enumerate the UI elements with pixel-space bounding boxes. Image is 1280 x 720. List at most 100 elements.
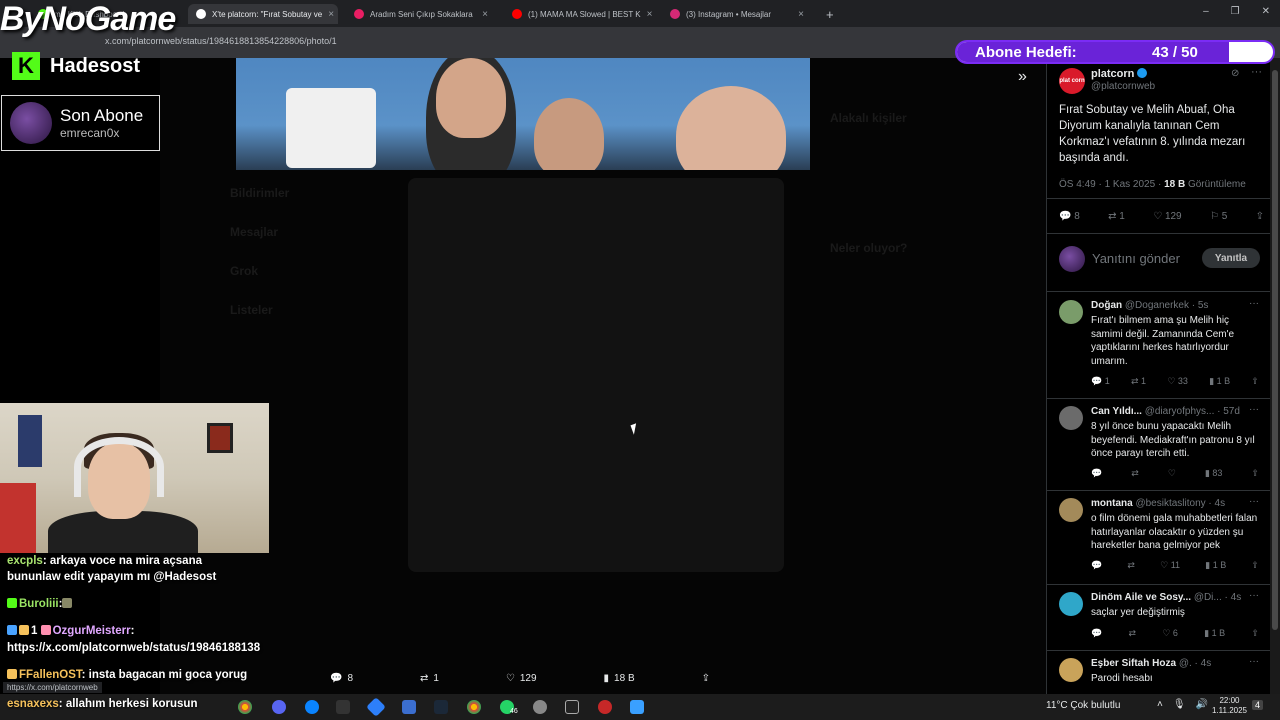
views-icon[interactable]: ▮ 1 B xyxy=(1205,560,1226,571)
share-icon[interactable]: ⇪ xyxy=(1251,468,1259,479)
chrome-icon[interactable] xyxy=(238,700,252,714)
repost-icon[interactable]: ⇄ xyxy=(1127,560,1135,571)
chart-icon: ▮ xyxy=(603,672,610,684)
app-icon[interactable] xyxy=(630,700,644,714)
tab-aradim-seni[interactable]: Aradım Seni Çıkıp Sokaklara × xyxy=(346,4,496,24)
repost-stat[interactable]: ⇄ 1 xyxy=(1108,211,1125,222)
discord-icon[interactable] xyxy=(272,700,286,714)
scrollbar-thumb[interactable] xyxy=(1272,70,1278,630)
chevron-up-icon[interactable]: ˄ xyxy=(1157,699,1163,710)
microphone-icon[interactable]: 🎙 xyxy=(1173,699,1186,710)
weather-widget[interactable]: 11°C Çok bulutlu xyxy=(1046,700,1120,711)
reply-author[interactable]: montana xyxy=(1091,498,1133,509)
volume-icon[interactable]: 🔊 xyxy=(1196,699,1208,710)
clock[interactable]: 22:00 1.11.2025 xyxy=(1212,696,1247,716)
obs-icon[interactable] xyxy=(598,700,612,714)
share-icon[interactable]: ⇪ xyxy=(1251,560,1259,571)
tab-instagram[interactable]: (3) Instagram • Mesajlar × xyxy=(662,4,812,24)
heart-icon[interactable]: ♡ 11 xyxy=(1160,560,1180,571)
reply-avatar[interactable] xyxy=(1059,658,1083,682)
app-icon[interactable] xyxy=(533,700,547,714)
reply-item[interactable]: Can Yıldı... @diaryofphys... · 57d ··· 8… xyxy=(1047,400,1270,490)
reply-icon[interactable]: 💬 1 xyxy=(1091,376,1110,387)
more-icon[interactable]: ··· xyxy=(1251,66,1262,78)
reply-author[interactable]: Eşber Siftah Hoza xyxy=(1091,658,1176,669)
app-icon[interactable] xyxy=(336,700,350,714)
reply-item[interactable]: Dinöm Aile ve Sosy... @Di... · 4s ··· sa… xyxy=(1047,586,1270,650)
views-action[interactable]: ▮ 18 B xyxy=(604,673,635,684)
repost-icon[interactable]: ⇄ 1 xyxy=(1131,376,1146,387)
new-tab-button[interactable]: + xyxy=(818,4,840,24)
reply-item[interactable]: montana @besiktaslitony · 4s ··· o film … xyxy=(1047,492,1270,582)
tweet-photo[interactable] xyxy=(236,58,810,170)
author-avatar[interactable]: plat corn xyxy=(1059,68,1085,94)
views-icon[interactable]: ▮ 1 B xyxy=(1204,628,1225,639)
tab-youtube-mama[interactable]: (1) MAMA MA Slowed | BEST K × xyxy=(504,4,654,24)
reply-action[interactable]: 💬 8 xyxy=(330,673,353,684)
headset xyxy=(74,437,164,497)
kick-channel-name: Hadesost xyxy=(50,54,141,77)
system-tray: ˄ 🎙 🔊 xyxy=(1157,699,1208,710)
heart-icon[interactable]: ♡ 6 xyxy=(1162,628,1178,639)
notification-count[interactable]: 4 xyxy=(1252,700,1264,710)
author-handle[interactable]: @platcornweb xyxy=(1091,81,1155,92)
more-icon[interactable]: ··· xyxy=(1249,656,1259,667)
grok-icon[interactable]: ⊘ xyxy=(1231,68,1239,79)
divider xyxy=(1047,198,1270,199)
reply-author[interactable]: Can Yıldı... xyxy=(1091,406,1142,417)
reply-text: saçlar yer değiştirmiş xyxy=(1091,607,1185,618)
share-icon[interactable]: ⇪ xyxy=(1251,376,1259,387)
repost-icon[interactable]: ⇄ xyxy=(1131,468,1139,479)
reply-icon[interactable]: 💬 xyxy=(1091,468,1102,479)
reply-actions: 💬 ⇄ ♡ 11 ▮ 1 B ⇪ xyxy=(1091,560,1259,571)
reply-icon[interactable]: 💬 xyxy=(1091,560,1102,571)
more-icon[interactable]: ··· xyxy=(1249,404,1259,415)
share-action[interactable]: ⇪ xyxy=(702,673,710,684)
share-icon[interactable]: ⇪ xyxy=(1251,628,1259,639)
reply-icon[interactable]: 💬 xyxy=(1091,628,1102,639)
heart-icon[interactable]: ♡ xyxy=(1168,468,1176,479)
more-icon[interactable]: ··· xyxy=(1249,590,1259,601)
reply-item[interactable]: Doğan @Doganerkek · 5s ··· Fırat'ı bilme… xyxy=(1047,294,1270,394)
reply-submit-button[interactable]: Yanıtla xyxy=(1202,248,1260,268)
like-action[interactable]: ♡ 129 xyxy=(506,673,537,684)
reply-item[interactable]: Eşber Siftah Hoza @. · 4s ··· Parodi hes… xyxy=(1047,652,1270,694)
close-window-button[interactable]: ✕ xyxy=(1262,6,1270,17)
reply-author[interactable]: Dinöm Aile ve Sosy... xyxy=(1091,592,1191,603)
close-tab-icon[interactable]: × xyxy=(328,9,334,20)
reply-avatar[interactable] xyxy=(1059,592,1083,616)
reply-avatar[interactable] xyxy=(1059,498,1083,522)
repost-action[interactable]: ⇄ 1 xyxy=(420,673,439,684)
app-icon[interactable] xyxy=(565,700,579,714)
reply-avatar[interactable] xyxy=(1059,406,1083,430)
reply-stat[interactable]: 💬 8 xyxy=(1059,211,1080,222)
reply-text: Parodi hesabı xyxy=(1091,673,1153,684)
tab-x-platcorn[interactable]: X'te platcorn: "Fırat Sobutay ve × xyxy=(188,4,338,24)
reply-input[interactable]: Yanıtını gönder xyxy=(1092,251,1180,266)
author-name[interactable]: platcorn xyxy=(1091,68,1148,80)
like-stat[interactable]: ♡ 129 xyxy=(1153,211,1181,222)
app-icon[interactable] xyxy=(402,700,416,714)
heart-icon[interactable]: ♡ 33 xyxy=(1167,376,1188,387)
views-icon[interactable]: ▮ 1 B xyxy=(1209,376,1230,387)
close-tab-icon[interactable]: × xyxy=(482,9,488,20)
steam-icon[interactable] xyxy=(434,700,448,714)
edge-icon[interactable] xyxy=(305,700,319,714)
more-icon[interactable]: ··· xyxy=(1249,496,1259,507)
bookmark-stat[interactable]: ⚐ 5 xyxy=(1210,211,1227,222)
collapse-panel-icon[interactable]: » xyxy=(1018,68,1027,86)
dim-nav-text: Mesajlar xyxy=(230,225,279,239)
tweet-detail-panel: plat corn platcorn @platcornweb ⊘ ··· Fı… xyxy=(1046,58,1270,694)
close-tab-icon[interactable]: × xyxy=(647,9,653,20)
maximize-button[interactable]: ❐ xyxy=(1231,6,1240,17)
share-icon[interactable]: ⇪ xyxy=(1256,211,1264,222)
more-icon[interactable]: ··· xyxy=(1249,298,1259,309)
chrome-active-icon[interactable] xyxy=(467,700,481,714)
minimize-button[interactable]: – xyxy=(1203,6,1209,17)
reply-author[interactable]: Doğan xyxy=(1091,300,1122,311)
reply-avatar[interactable] xyxy=(1059,300,1083,324)
views-icon[interactable]: ▮ 83 xyxy=(1205,468,1222,479)
close-tab-icon[interactable]: × xyxy=(798,9,804,20)
chat-message: excpls: arkaya voce na mira açsana xyxy=(7,555,202,567)
repost-icon[interactable]: ⇄ xyxy=(1129,628,1137,639)
